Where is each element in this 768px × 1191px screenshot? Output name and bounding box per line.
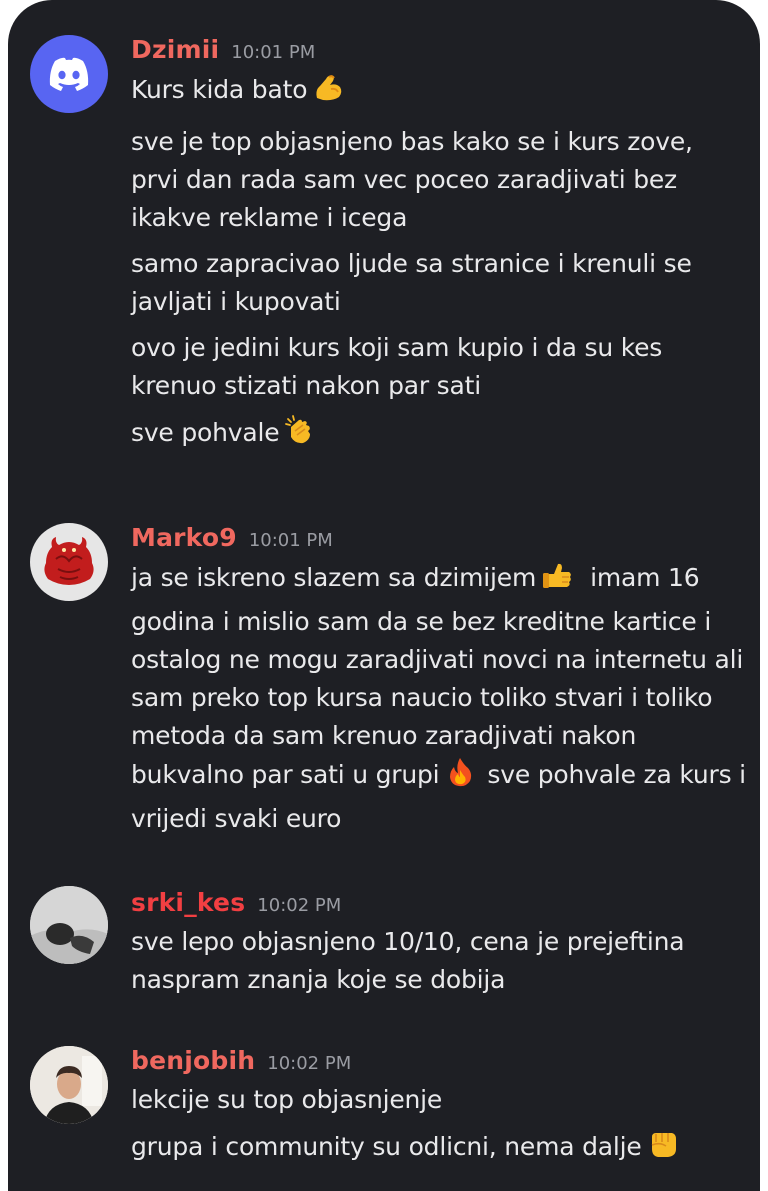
avatar-srki-kes[interactable] [30, 886, 108, 964]
message-body: srki_kes 10:02 PM sve lepo objasnjeno 10/… [131, 883, 746, 1007]
message-line: Kurs kida bato [131, 70, 746, 115]
message-header: srki_kes 10:02 PM [131, 883, 746, 923]
message-text: grupa i community su odlicni, nema dalje [131, 1132, 642, 1161]
timestamp: 10:02 PM [267, 1053, 352, 1074]
user-photo-icon [30, 886, 108, 964]
message-header: Dzimii 10:01 PM [131, 30, 746, 70]
message-line: ovo je jedini kurs koji sam kupio i da s… [131, 333, 663, 400]
timestamp: 10:01 PM [231, 42, 316, 63]
message-line: sve je top objasnjeno bas kako se i kurs… [131, 127, 693, 232]
message-text: ja se iskreno slazem sa dzimijem [131, 563, 537, 592]
message-text: sve pohvale [131, 418, 280, 447]
message-body: benjobih 10:02 PM lekcije su top objasnje… [131, 1041, 746, 1180]
discord-logo-icon [49, 57, 89, 91]
message-line: ja se iskreno slazem sa dzimijem imam 16 … [131, 558, 746, 838]
oncoming-fist-icon [646, 1127, 680, 1172]
username[interactable]: Marko9 [131, 523, 237, 552]
clapping-hands-icon [283, 413, 317, 458]
timestamp: 10:01 PM [248, 530, 333, 551]
fire-icon [443, 755, 477, 800]
message-line: sve pohvale [131, 413, 746, 458]
username[interactable]: Dzimii [131, 35, 219, 64]
message-header: Marko9 10:01 PM [131, 518, 746, 558]
red-bull-figure-icon [44, 537, 94, 585]
username[interactable]: benjobih [131, 1046, 255, 1075]
message-line: sve lepo objasnjeno 10/10, cena je preje… [131, 927, 685, 994]
message-line: lekcije su top objasnjenje [131, 1085, 443, 1114]
message-text: Kurs kida bato [131, 75, 308, 104]
avatar-marko9[interactable] [30, 523, 108, 601]
message-body: Dzimii 10:01 PM Kurs kida bato sve je top… [131, 30, 746, 466]
username[interactable]: srki_kes [131, 888, 245, 917]
message-text: imam 16 godina i mislio sam da se bez kr… [131, 563, 744, 789]
avatar-benjobih[interactable] [30, 1046, 108, 1124]
message-line: grupa i community su odlicni, nema dalje [131, 1127, 746, 1172]
flexed-biceps-icon [311, 70, 345, 115]
message-body: Marko9 10:01 PM ja se iskreno slazem sa d… [131, 518, 746, 846]
message-header: benjobih 10:02 PM [131, 1041, 746, 1081]
message-line: samo zapracivao ljude sa stranice i kren… [131, 249, 692, 316]
thumbs-up-icon [540, 558, 574, 603]
user-photo-icon [30, 1046, 108, 1124]
chat-panel: Dzimii 10:01 PM Kurs kida bato sve je top… [8, 0, 760, 1191]
timestamp: 10:02 PM [257, 895, 342, 916]
avatar-dzimii[interactable] [30, 35, 108, 113]
